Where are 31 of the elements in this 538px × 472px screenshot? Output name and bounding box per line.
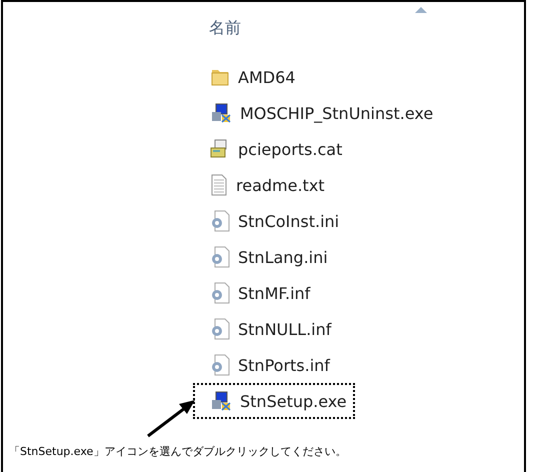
file-name: MOSCHIP_StnUninst.exe [240,104,434,122]
file-item[interactable]: StnMF.inf [193,275,318,311]
file-item[interactable]: AMD64 [193,59,304,95]
installer-icon [210,103,232,123]
file-item[interactable]: readme.txt [193,167,333,203]
file-item[interactable]: StnNULL.inf [193,311,340,347]
file-item[interactable]: StnPorts.inf [193,347,338,383]
file-name: StnNULL.inf [238,320,332,338]
folder-icon [210,67,230,87]
file-name: readme.txt [236,176,325,194]
settings-file-icon [210,282,230,304]
column-header[interactable]: 名前 [209,18,524,39]
file-name: pcieports.cat [238,140,342,158]
installer-icon [210,391,232,411]
file-name: StnCoInst.ini [238,212,340,230]
file-name: StnPorts.inf [238,356,330,374]
file-item[interactable]: StnLang.ini [193,239,336,275]
file-name: StnMF.inf [238,284,310,302]
document-icon [210,174,228,196]
settings-file-icon [210,246,230,268]
file-name: StnSetup.exe [240,392,347,410]
file-item[interactable]: pcieports.cat [193,131,350,167]
instruction-caption: 「StnSetup.exe」アイコンを選んでダブルクリックしてください。 [9,444,346,459]
file-name: StnLang.ini [238,248,328,266]
settings-file-icon [210,354,230,376]
file-item[interactable]: MOSCHIP_StnUninst.exe [193,95,442,131]
settings-file-icon [210,210,230,232]
file-item[interactable]: StnCoInst.ini [193,203,348,239]
file-item[interactable]: StnSetup.exe [193,383,355,419]
settings-file-icon [210,318,230,340]
file-name: AMD64 [238,68,296,86]
